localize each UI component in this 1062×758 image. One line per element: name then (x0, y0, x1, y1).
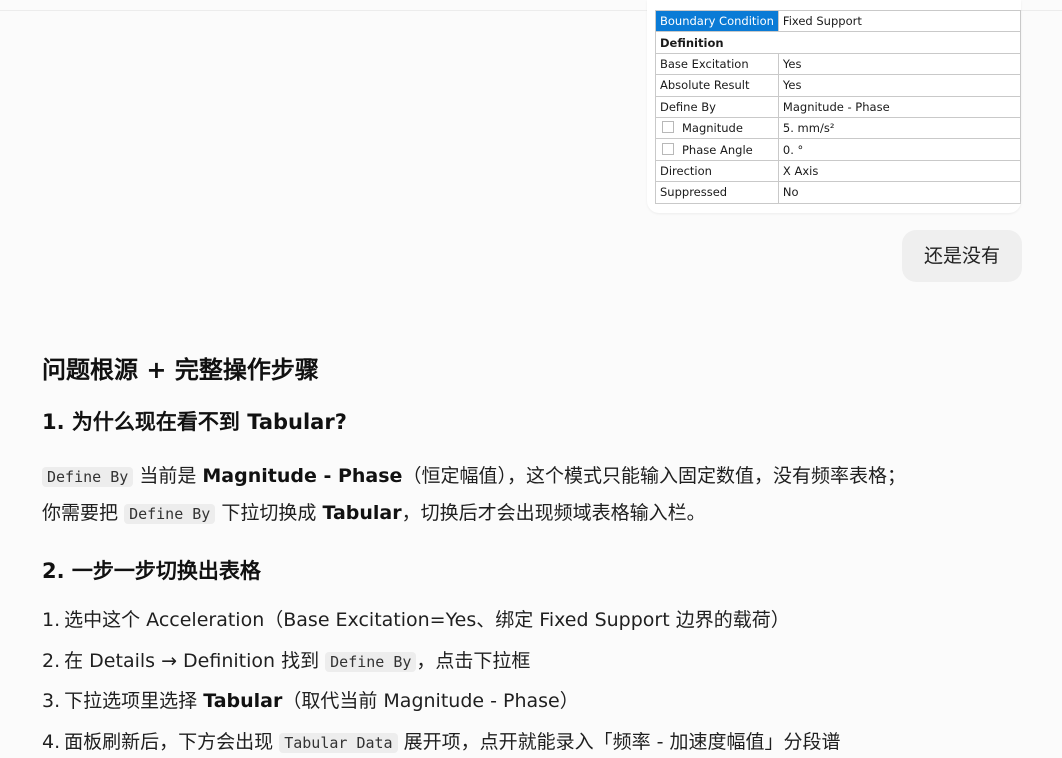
bold-text: Tabular (322, 502, 402, 524)
details-key: Phase Angle (682, 142, 753, 157)
text: 在 Details → Definition 找到 (64, 649, 320, 672)
details-value: Magnitude - Phase (777, 95, 1021, 118)
details-row-define-by: Define By Magnitude - Phase (655, 95, 1021, 118)
section-label: Definition (660, 35, 724, 50)
chat-page: Boundary Condition Fixed Support − Defin… (0, 0, 1062, 758)
details-value: X Axis (777, 159, 1021, 183)
details-row-direction: Direction X Axis (655, 159, 1021, 183)
details-row-magnitude: Magnitude 5. mm/s² (655, 116, 1021, 140)
answer-title: 问题根源 + 完整操作步骤 (42, 356, 319, 384)
list-number: 2. (42, 649, 61, 672)
details-key: Absolute Result (655, 74, 779, 97)
list-number: 3. (42, 690, 61, 712)
parameter-checkbox (662, 142, 674, 155)
text: 选中这个 Acceleration（Base Excitation=Yes、绑定… (64, 609, 790, 631)
section-heading-steps: 2. 一步一步切换出表格 (42, 559, 261, 583)
details-table: Boundary Condition Fixed Support − Defin… (655, 9, 1021, 204)
details-key: Boundary Condition (655, 9, 779, 33)
details-value: 0. ° (777, 138, 1021, 161)
steps-list: 1. 选中这个 Acceleration（Base Excitation=Yes、… (42, 606, 841, 758)
details-row-absolute-result: Absolute Result Yes (655, 74, 1021, 97)
details-key: Suppressed (655, 181, 779, 204)
parameter-checkbox (662, 121, 674, 134)
details-section-definition: − Definition (655, 31, 1021, 54)
text: 下拉选项里选择 (64, 690, 198, 712)
details-value: No (777, 181, 1021, 204)
inline-code: Tabular Data (279, 732, 398, 753)
inline-code: Define By (42, 467, 134, 487)
text: 下拉切换成 (221, 502, 317, 524)
details-key: Base Excitation (655, 52, 779, 76)
details-key: Magnitude (682, 121, 743, 136)
list-item: 3. 下拉选项里选择 Tabular（取代当前 Magnitude - Phase… (42, 687, 841, 728)
list-item: 1. 选中这个 Acceleration（Base Excitation=Yes、… (42, 606, 841, 647)
details-value: Fixed Support (777, 9, 1021, 33)
text: 当前是 (139, 465, 197, 487)
section-heading-why: 1. 为什么现在看不到 Tabular? (42, 410, 347, 434)
details-value: 5. mm/s² (777, 116, 1021, 140)
details-row-base-excitation: Base Excitation Yes (655, 52, 1021, 76)
details-row-boundary-condition: Boundary Condition Fixed Support (655, 9, 1021, 33)
paragraph-explanation-1: Define By 当前是 Magnitude - Phase（恒定幅值），这个… (42, 462, 906, 491)
text: （恒定幅值），这个模式只能输入固定数值，没有频率表格； (402, 465, 906, 487)
text: 你需要把 (42, 502, 119, 524)
collapse-minus-icon[interactable]: − (656, 37, 657, 47)
bold-text: Magnitude - Phase (202, 465, 403, 487)
paragraph-explanation-2: 你需要把 Define By 下拉切换成 Tabular，切换后才会出现频域表格… (42, 499, 706, 528)
attached-screenshot[interactable]: Boundary Condition Fixed Support − Defin… (647, 0, 1021, 213)
details-key: Define By (655, 95, 779, 118)
list-item: 4. 面板刷新后，下方会出现 Tabular Data 展开项，点开就能录入「频率… (42, 728, 841, 758)
list-number: 1. (42, 609, 61, 631)
user-message-bubble: 还是没有 (902, 230, 1022, 282)
details-value: Yes (777, 52, 1021, 76)
inline-code: Define By (124, 504, 216, 524)
details-value: Yes (777, 74, 1021, 97)
inline-code: Define By (325, 651, 417, 672)
details-row-phase-angle: Phase Angle 0. ° (655, 138, 1021, 161)
text: 面板刷新后，下方会出现 (64, 730, 274, 753)
text: 展开项，点开就能录入「频率 - 加速度幅值」分段谱 (403, 730, 841, 753)
text: ，点击下拉框 (416, 649, 531, 672)
list-number: 4. (42, 730, 61, 753)
text: ，切换后才会出现频域表格输入栏。 (401, 502, 706, 524)
list-item: 2. 在 Details → Definition 找到 Define By ，点击… (42, 647, 841, 688)
text: （取代当前 Magnitude - Phase） (282, 690, 579, 712)
details-row-suppressed: Suppressed No (655, 181, 1021, 204)
details-key: Direction (655, 159, 779, 183)
bold-text: Tabular (203, 690, 283, 712)
